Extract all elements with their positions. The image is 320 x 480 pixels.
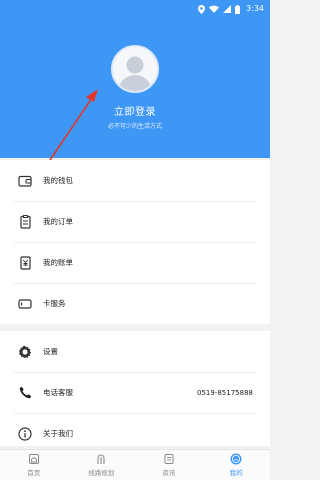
menu-item-label: 我的账单 [43,258,73,267]
order-icon [18,214,32,229]
status-time: 3:34 [246,4,264,13]
avatar[interactable] [111,45,159,93]
card-icon [18,297,32,311]
home-icon [28,454,39,464]
wifi-icon [209,5,220,13]
battery-icon [235,4,241,14]
info-icon [18,426,32,441]
signal-icon [223,5,232,13]
profile-header: 3:34 立即登录 必不可少的生活方式 [0,0,270,158]
gear-icon [18,345,32,359]
menu-item-settings[interactable]: 设置 [0,331,270,372]
user-avatar-icon [113,47,157,91]
menu-item-label: 卡服务 [43,299,66,308]
menu-item-card-service[interactable]: 卡服务 [0,283,270,324]
menu-item-bills[interactable]: 我的账单 [0,242,270,283]
menu-item-label: 关于我们 [43,429,73,438]
menu-item-label: 我的订单 [43,217,73,226]
status-bar: 3:34 [198,3,264,15]
phone-icon [18,386,32,400]
menu-item-wallet[interactable]: 我的钱包 [0,160,270,201]
bill-icon [18,255,32,270]
menu-item-orders[interactable]: 我的订单 [0,201,270,242]
tab-news[interactable]: 资讯 [135,450,203,480]
login-subtitle: 必不可少的生活方式 [107,123,162,130]
news-icon [164,454,174,464]
tab-label: 首页 [27,469,41,477]
menu-group-account: 我的钱包 我的订单 我的账单 卡服务 [0,160,270,324]
menu-item-about-us[interactable]: 关于我们 [0,413,270,454]
phone-number: 0519-85175888 [197,388,253,397]
bottom-tab-bar: 首页 线路规划 资讯 我的 [0,449,270,480]
tab-label: 线路规划 [88,469,115,477]
wallet-icon [18,174,32,188]
route-icon [97,454,105,464]
menu-item-phone-support[interactable]: 电话客服 0519-85175888 [0,372,270,413]
location-icon [198,4,206,14]
login-button[interactable]: 立即登录 [0,103,270,118]
profile-icon [230,453,242,465]
menu-group-settings: 设置 电话客服 0519-85175888 关于我们 [0,331,270,446]
menu-item-label: 设置 [43,347,58,356]
tab-profile[interactable]: 我的 [203,450,271,480]
tab-label: 资讯 [162,469,176,477]
tab-route-planning[interactable]: 线路规划 [68,450,136,480]
menu-item-label: 我的钱包 [43,176,73,185]
tab-label: 我的 [229,469,243,477]
menu-item-label: 电话客服 [43,388,73,397]
profile-screen: 3:34 立即登录 必不可少的生活方式 我的钱包 我的订单 我的账单 卡服务 设… [0,0,270,480]
tab-home[interactable]: 首页 [0,450,68,480]
